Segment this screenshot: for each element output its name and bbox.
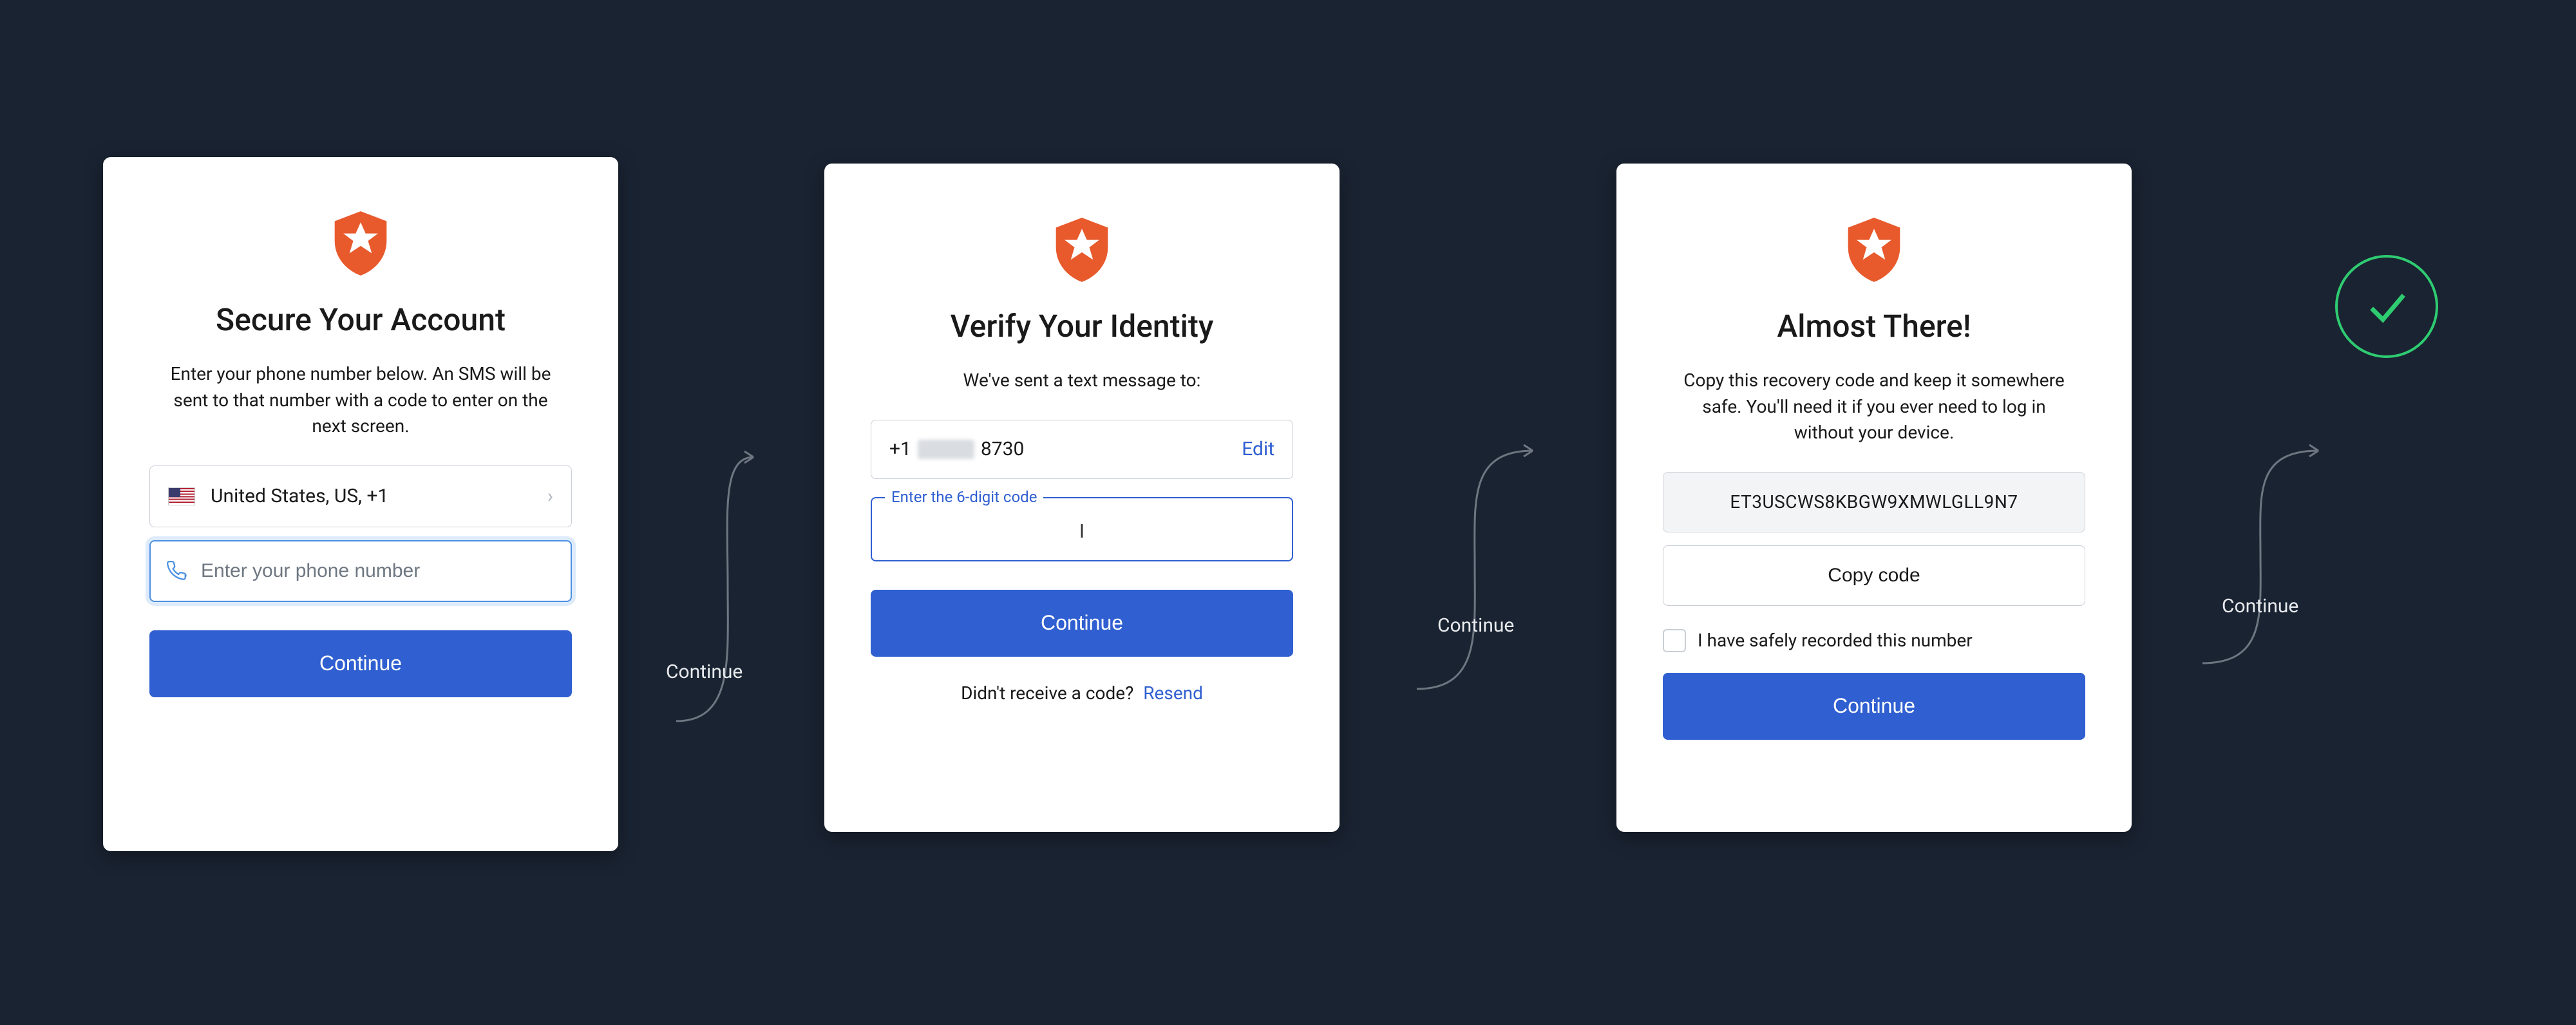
card-subtitle: Copy this recovery code and keep it some… [1674,368,2074,446]
phone-icon [166,560,188,582]
phone-input-wrapper [149,540,572,602]
verification-code-input[interactable] [871,497,1293,561]
country-selector[interactable]: United States, US, +1 › [149,465,572,527]
card-title: Almost There! [1777,308,1971,344]
flow-arrow-icon [1391,438,1558,695]
secure-account-card: Secure Your Account Enter your phone num… [103,157,618,851]
phone-input[interactable] [201,560,555,582]
chevron-right-icon: › [547,485,553,507]
continue-button[interactable]: Continue [149,630,572,697]
phone-suffix: 8730 [981,438,1024,460]
card-title: Secure Your Account [216,301,506,338]
check-icon [2364,284,2409,329]
flow-arrow-label: Continue [2222,595,2298,617]
recovery-code-card: Almost There! Copy this recovery code an… [1616,164,2132,832]
country-label: United States, US, +1 [211,485,547,507]
card-subtitle: Enter your phone number below. An SMS wi… [161,361,560,440]
flow-arrow-label: Continue [1437,614,1514,637]
shield-logo-icon [1843,215,1905,285]
recorded-checkbox-row: I have safely recorded this number [1663,629,2085,652]
edit-phone-link[interactable]: Edit [1242,438,1274,460]
shield-logo-icon [330,209,392,278]
phone-masked-segment [918,440,974,459]
shield-logo-icon [1051,215,1113,285]
continue-button[interactable]: Continue [871,590,1293,657]
us-flag-icon [168,487,195,505]
copy-code-button[interactable]: Copy code [1663,545,2085,606]
recovery-code-display: ET3USCWS8KBGW9XMWLGLL9N7 [1663,472,2085,532]
masked-phone: +1 8730 [889,438,1242,460]
resend-row: Didn't receive a code? Resend [961,682,1203,704]
recorded-checkbox-label: I have safely recorded this number [1698,630,1973,651]
flow-arrow-icon [2177,438,2344,670]
card-title: Verify Your Identity [951,308,1214,344]
resend-link[interactable]: Resend [1143,682,1203,704]
code-input-wrapper: Enter the 6-digit code I [871,497,1293,561]
flow-arrow-label: Continue [666,661,743,683]
recorded-checkbox[interactable] [1663,629,1686,652]
card-subtitle: We've sent a text message to: [963,368,1201,394]
code-input-label: Enter the 6-digit code [885,488,1043,506]
resend-prompt: Didn't receive a code? [961,682,1133,704]
continue-button[interactable]: Continue [1663,673,2085,740]
phone-display-row: +1 8730 Edit [871,420,1293,479]
verify-identity-card: Verify Your Identity We've sent a text m… [824,164,1340,832]
success-indicator [2335,255,2438,358]
flow-arrow-icon [638,444,779,728]
phone-prefix: +1 [889,438,911,460]
